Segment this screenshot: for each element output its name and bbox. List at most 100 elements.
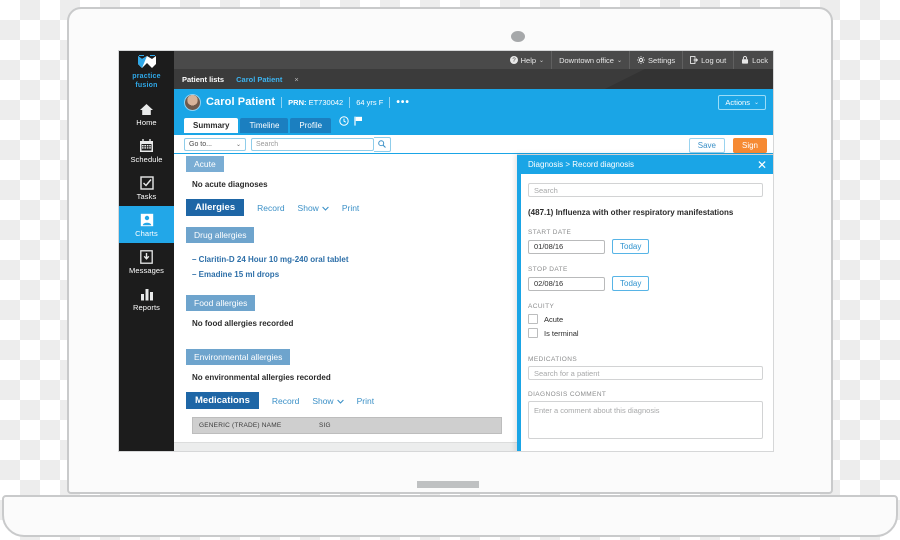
logout-icon: [690, 56, 699, 64]
global-topbar: ? Help ⌄ Downtown office ⌄ Settings Log …: [174, 51, 773, 69]
office-selector[interactable]: Downtown office ⌄: [551, 51, 629, 69]
horizontal-scrollbar[interactable]: [174, 442, 572, 451]
table-header-row: GENERIC (TRADE) NAME SIG: [192, 417, 502, 434]
medications-show-label: Show: [312, 395, 334, 406]
sidebar-item-charts[interactable]: Charts: [119, 206, 174, 243]
panel-title: Diagnosis > Record diagnosis: [528, 160, 635, 169]
sidebar-item-reports[interactable]: Reports: [119, 280, 174, 317]
tab-strip: Patient lists Carol Patient ×: [174, 69, 773, 89]
allergies-show-label: Show: [297, 202, 319, 213]
acuity-option-is-terminal[interactable]: Is terminal: [528, 328, 763, 338]
sidebar-item-tasks[interactable]: Tasks: [119, 169, 174, 206]
panel-medications-input[interactable]: Search for a patient: [528, 366, 763, 380]
diagnosis-search-input[interactable]: Search: [528, 183, 763, 197]
diagnosis-comment-label: DIAGNOSIS COMMENT: [528, 391, 607, 398]
food-allergies-title: Food allergies: [186, 295, 256, 311]
lock-button[interactable]: Lock: [733, 51, 773, 69]
allergies-print-link[interactable]: Print: [342, 203, 359, 213]
laptop-base: [2, 495, 898, 537]
close-icon[interactable]: ✕: [757, 159, 767, 171]
inbox-icon: [119, 249, 174, 265]
start-date-label: START DATE: [528, 229, 572, 236]
chart-toolbar: Go to... ⌄ Search Save Sign: [174, 135, 773, 154]
flag-icon[interactable]: [354, 113, 363, 131]
medications-print-link[interactable]: Print: [357, 396, 374, 406]
patient-header: Carol Patient PRN: ET730042 64 yrs F •••…: [174, 89, 773, 135]
practice-fusion-mark: [137, 55, 156, 68]
allergies-record-link[interactable]: Record: [257, 203, 284, 213]
tab-patient-lists[interactable]: Patient lists: [182, 75, 224, 84]
laptop-hinge-notch: [417, 481, 479, 488]
acuity-is-terminal-label: Is terminal: [544, 328, 579, 338]
tab-carol-patient[interactable]: Carol Patient: [236, 75, 282, 84]
panel-medications-placeholder: Search for a patient: [534, 368, 600, 378]
tab-summary[interactable]: Summary: [184, 118, 239, 133]
patient-more-button[interactable]: •••: [396, 97, 410, 108]
chevron-down-icon: ⌄: [753, 100, 759, 106]
tab-timeline[interactable]: Timeline: [240, 118, 289, 133]
help-menu[interactable]: ? Help ⌄: [503, 51, 551, 69]
environmental-allergies-title: Environmental allergies: [186, 349, 291, 365]
selected-diagnosis-text: (487.1) Influenza with other respiratory…: [528, 208, 734, 217]
panel-body: Search (487.1) Influenza with other resp…: [517, 174, 773, 439]
brand-line-2: fusion: [135, 81, 158, 89]
patient-prn: PRN: ET730042: [288, 98, 343, 107]
actions-button[interactable]: Actions ⌄: [718, 95, 766, 110]
clock-icon[interactable]: [339, 113, 349, 131]
logout-label: Log out: [701, 55, 727, 65]
medications-record-link[interactable]: Record: [272, 396, 299, 406]
patient-identity-row: Carol Patient PRN: ET730042 64 yrs F •••: [174, 89, 773, 115]
diagnosis-comment-textarea[interactable]: Enter a comment about this diagnosis: [528, 401, 763, 439]
search-input[interactable]: Search: [251, 137, 374, 151]
sign-button[interactable]: Sign: [732, 138, 767, 153]
sidebar-item-messages[interactable]: Messages: [119, 243, 174, 280]
stop-date-row: 02/08/16 Today: [528, 276, 763, 291]
sidebar-item-home[interactable]: Home: [119, 95, 174, 132]
person-icon: [119, 212, 174, 228]
close-icon[interactable]: ×: [294, 75, 298, 84]
acuity-label: ACUITY: [528, 303, 555, 310]
help-label: Help: [520, 55, 537, 65]
checkbox-icon: [119, 175, 174, 191]
checkbox-is-terminal[interactable]: [528, 328, 538, 338]
sidebar-label-tasks: Tasks: [136, 192, 157, 201]
acuity-option-acute[interactable]: Acute: [528, 314, 763, 324]
sidebar-label-messages: Messages: [129, 266, 164, 275]
goto-label: Go to...: [189, 140, 212, 148]
lock-label: Lock: [752, 55, 768, 65]
brand-line-1: practice: [132, 73, 161, 80]
drug-allergies-title: Drug allergies: [186, 227, 255, 243]
checkbox-acute[interactable]: [528, 314, 538, 324]
tab-profile[interactable]: Profile: [290, 118, 332, 133]
diagnosis-search-placeholder: Search: [534, 185, 558, 195]
patient-tabs: Summary Timeline Profile: [174, 113, 773, 133]
panel-header: Diagnosis > Record diagnosis ✕: [517, 155, 773, 174]
column-header-sig: SIG: [319, 422, 331, 429]
start-date-today-button[interactable]: Today: [612, 239, 650, 254]
start-date-input[interactable]: 01/08/16: [528, 239, 605, 254]
sidebar-item-schedule[interactable]: Schedule: [119, 132, 174, 169]
divider: [389, 96, 391, 108]
patient-age-sex: 64 yrs F: [356, 97, 384, 107]
sidebar-label-schedule: Schedule: [130, 155, 163, 164]
avatar: [184, 93, 201, 111]
stop-date-input[interactable]: 02/08/16: [528, 276, 605, 291]
sidebar-label-charts: Charts: [135, 229, 158, 238]
save-button[interactable]: Save: [688, 138, 725, 153]
help-icon: ?: [509, 56, 518, 64]
practice-fusion-logo[interactable]: practice fusion: [119, 51, 174, 95]
allergies-show-link[interactable]: Show: [298, 203, 329, 213]
medications-table: GENERIC (TRADE) NAME SIG: [192, 417, 502, 434]
medications-show-link[interactable]: Show: [312, 395, 344, 406]
goto-dropdown[interactable]: Go to... ⌄: [184, 137, 246, 151]
chevron-down-icon: [322, 203, 329, 213]
stop-date-today-button[interactable]: Today: [612, 276, 650, 291]
divider: [349, 96, 351, 108]
logout-button[interactable]: Log out: [682, 51, 733, 69]
webcam-icon: [511, 31, 525, 42]
calendar-icon: [119, 138, 174, 154]
search-button[interactable]: [374, 136, 391, 152]
acuity-acute-label: Acute: [544, 314, 564, 324]
patient-name: Carol Patient: [206, 96, 276, 108]
settings-button[interactable]: Settings: [629, 51, 682, 69]
